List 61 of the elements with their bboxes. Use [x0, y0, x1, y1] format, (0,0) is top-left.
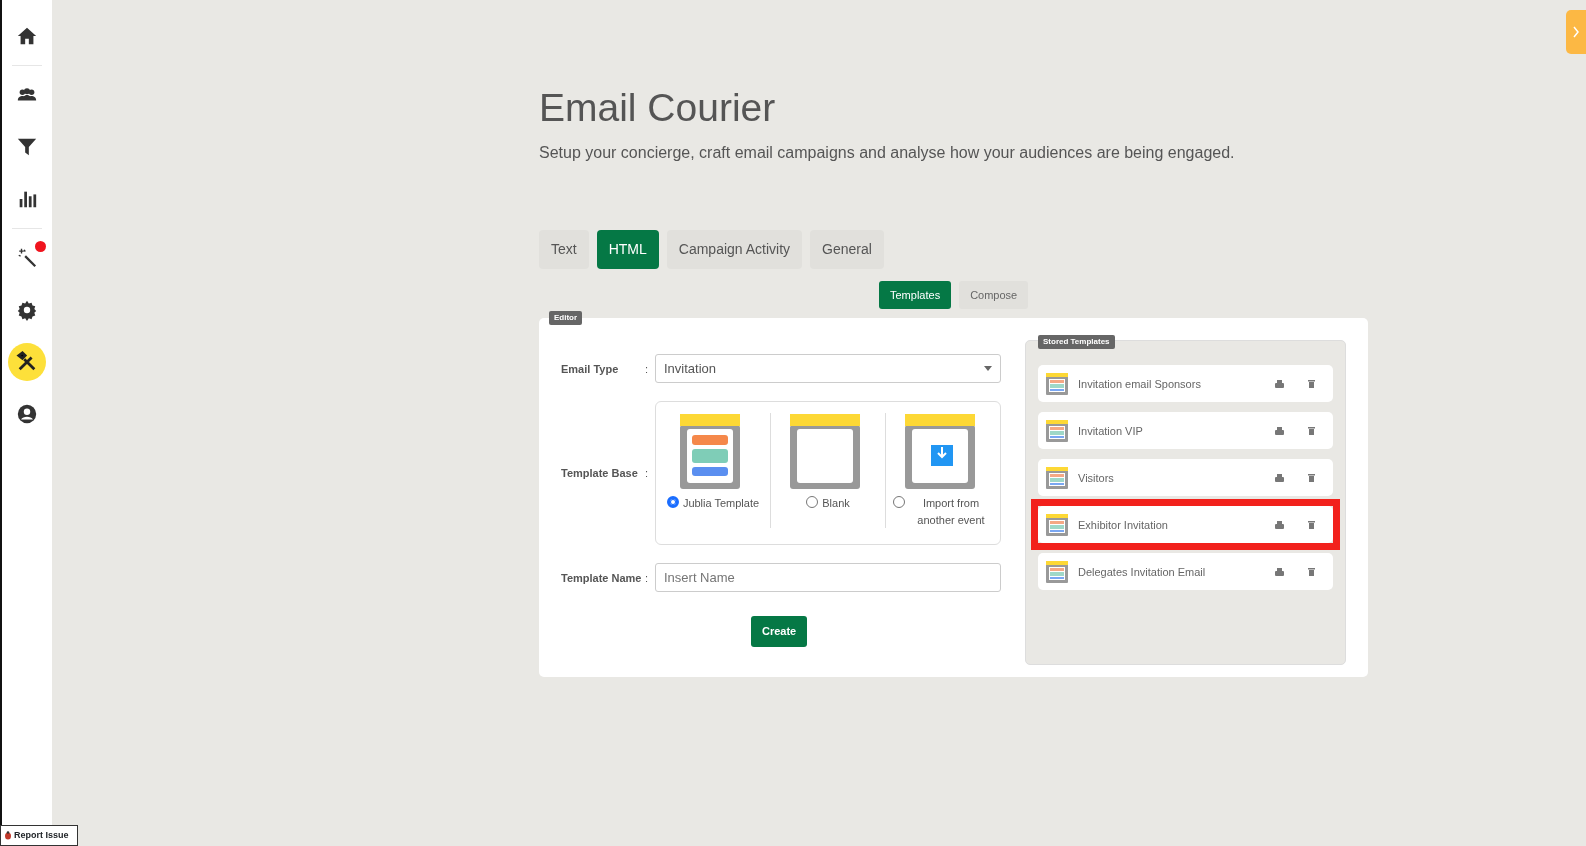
- printer-icon[interactable]: [1275, 426, 1284, 435]
- template-name: Visitors: [1078, 470, 1115, 486]
- printer-icon[interactable]: [1275, 567, 1284, 576]
- caret-icon: [984, 366, 992, 372]
- sub-tab[interactable]: Compose: [959, 280, 1029, 310]
- option-label: Import from another event: [916, 496, 986, 528]
- template-name: Invitation VIP: [1078, 423, 1144, 439]
- field-label: Template Name: [561, 570, 643, 586]
- field-label: Template Base: [561, 466, 639, 482]
- tab[interactable]: Campaign Activity: [666, 229, 803, 269]
- stored-template-item[interactable]: Exhibitor Invitation: [1038, 506, 1333, 544]
- stored-template-item[interactable]: Invitation VIP: [1038, 412, 1333, 450]
- create-button[interactable]: Create: [751, 616, 808, 647]
- field-label: Email Type: [561, 361, 620, 377]
- page-subtitle: Setup your concierge, craft email campaigns and analyse how your audiences are being engaged.: [539, 142, 1236, 163]
- colon-separator: :: [645, 361, 650, 377]
- template-name-input[interactable]: Insert Name: [655, 563, 1001, 593]
- trash-icon[interactable]: [1308, 567, 1315, 577]
- template-icon: [1046, 466, 1068, 489]
- trash-icon[interactable]: [1308, 379, 1315, 389]
- option-label: Blank: [822, 496, 850, 512]
- printer-icon[interactable]: [1275, 520, 1284, 529]
- template-icon: [1046, 513, 1068, 536]
- tab[interactable]: HTML: [596, 229, 659, 269]
- radio-button[interactable]: [666, 496, 679, 509]
- template-name: Invitation email Sponsors: [1078, 376, 1202, 392]
- trash-icon[interactable]: [1308, 520, 1315, 530]
- editor-legend: Editor: [549, 311, 583, 326]
- tools-icon: [16, 351, 38, 373]
- sidebar-nav-button[interactable]: [8, 343, 46, 381]
- email-type-dropdown[interactable]: Invitation: [655, 354, 1001, 384]
- template-icon: [1046, 560, 1068, 583]
- tab[interactable]: Text: [539, 229, 589, 269]
- radio-button[interactable]: [806, 496, 819, 509]
- printer-icon[interactable]: [1275, 473, 1284, 482]
- template-icon: [1046, 372, 1068, 395]
- trash-icon[interactable]: [1308, 473, 1315, 483]
- option-label: Jublia Template: [682, 496, 760, 512]
- stored-template-item[interactable]: Invitation email Sponsors: [1038, 365, 1333, 403]
- colon-separator: :: [645, 466, 650, 482]
- tab[interactable]: General: [810, 229, 884, 269]
- stored-template-item[interactable]: Visitors: [1038, 459, 1333, 497]
- trash-icon[interactable]: [1308, 426, 1315, 436]
- colon-separator: :: [645, 570, 650, 586]
- sub-tab[interactable]: Templates: [879, 280, 952, 310]
- filter-icon: [16, 136, 38, 158]
- template-name: Delegates Invitation Email: [1078, 564, 1207, 580]
- template-icon: [1046, 419, 1068, 442]
- settings-icon: [16, 299, 38, 321]
- radio-button[interactable]: [893, 496, 905, 509]
- template-name: Exhibitor Invitation: [1078, 517, 1169, 533]
- magic-wand-icon: [16, 247, 38, 269]
- stored-template-item[interactable]: Delegates Invitation Email: [1038, 553, 1333, 591]
- report-issue-button[interactable]: Report Issue: [0, 824, 78, 846]
- home-icon: [16, 25, 38, 47]
- page-title: Email Courier: [539, 86, 777, 131]
- printer-icon[interactable]: [1275, 379, 1284, 388]
- chevron-right-icon: [1572, 26, 1580, 38]
- user-icon: [16, 403, 38, 425]
- stored-templates-legend: Stored Templates: [1038, 335, 1115, 350]
- bug-icon: [4, 830, 12, 840]
